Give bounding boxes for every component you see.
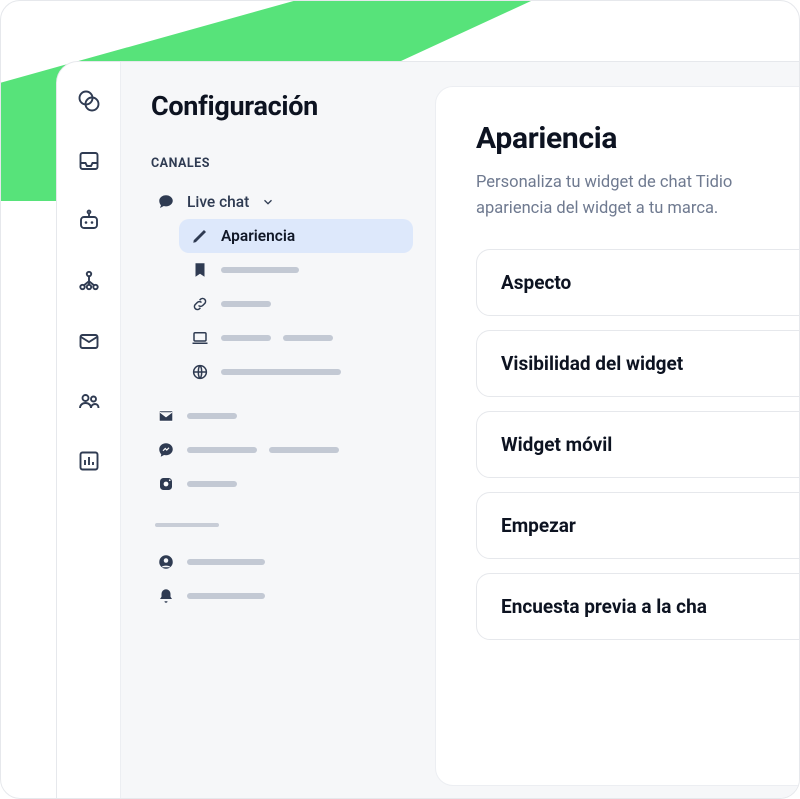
- tree-item-placeholder[interactable]: [179, 253, 413, 287]
- nav-analytics-icon[interactable]: [76, 448, 102, 474]
- bell-icon: [157, 587, 175, 605]
- app-window: Configuración CANALES Live chat: [56, 61, 800, 799]
- nav-bot-icon[interactable]: [76, 208, 102, 234]
- tree-item-label: Apariencia: [221, 227, 295, 245]
- appearance-card: Apariencia Personaliza tu widget de chat…: [435, 86, 800, 786]
- nav-contacts-icon[interactable]: [76, 388, 102, 414]
- tree-item-messenger[interactable]: [151, 433, 413, 467]
- link-icon: [191, 295, 209, 313]
- option-get-started[interactable]: Empezar: [476, 492, 800, 559]
- laptop-icon: [191, 329, 209, 347]
- pencil-icon: [191, 227, 209, 245]
- placeholder-text: [221, 335, 271, 341]
- placeholder-text: [221, 267, 299, 273]
- tree-item-appearance[interactable]: Apariencia: [179, 219, 413, 253]
- tree-item-label: Live chat: [187, 193, 249, 211]
- placeholder-text: [187, 559, 265, 565]
- divider: [155, 523, 219, 527]
- nav-flows-icon[interactable]: [76, 268, 102, 294]
- option-aspect[interactable]: Aspecto: [476, 249, 800, 316]
- placeholder-text: [187, 413, 237, 419]
- placeholder-text: [187, 593, 265, 599]
- tree-item-placeholder[interactable]: [179, 287, 413, 321]
- nav-mail-icon[interactable]: [76, 328, 102, 354]
- globe-icon: [191, 363, 209, 381]
- tree-item-placeholder[interactable]: [179, 355, 413, 389]
- tree-item-email[interactable]: [151, 399, 413, 433]
- option-mobile-widget[interactable]: Widget móvil: [476, 411, 800, 478]
- page-title: Configuración: [151, 90, 413, 122]
- chat-bubble-icon: [157, 193, 175, 211]
- nav-dashboard-icon[interactable]: [76, 88, 102, 114]
- primary-nav-rail: [57, 62, 121, 799]
- channels-tree: Live chat Apariencia: [151, 185, 413, 613]
- tree-item-notifications[interactable]: [151, 579, 413, 613]
- tree-item-account[interactable]: [151, 545, 413, 579]
- placeholder-text: [221, 301, 271, 307]
- placeholder-text: [221, 369, 341, 375]
- placeholder-text: [187, 447, 257, 453]
- mail-icon: [157, 407, 175, 425]
- messenger-icon: [157, 441, 175, 459]
- bookmark-icon: [191, 261, 209, 279]
- tree-item-placeholder[interactable]: [179, 321, 413, 355]
- option-visibility[interactable]: Visibilidad del widget: [476, 330, 800, 397]
- placeholder-text: [187, 481, 237, 487]
- option-prechat-survey[interactable]: Encuesta previa a la cha: [476, 573, 800, 640]
- placeholder-text: [269, 447, 339, 453]
- main-content: Apariencia Personaliza tu widget de chat…: [431, 62, 800, 799]
- card-description: Personaliza tu widget de chat Tidio apar…: [476, 170, 800, 221]
- placeholder-text: [283, 335, 333, 341]
- settings-sidebar: Configuración CANALES Live chat: [121, 62, 431, 799]
- chevron-down-icon: [261, 195, 275, 209]
- tree-item-live-chat[interactable]: Live chat: [151, 185, 413, 219]
- section-label-channels: CANALES: [151, 156, 413, 171]
- card-heading: Apariencia: [476, 121, 800, 156]
- user-icon: [157, 553, 175, 571]
- instagram-icon: [157, 475, 175, 493]
- tree-item-instagram[interactable]: [151, 467, 413, 501]
- nav-inbox-icon[interactable]: [76, 148, 102, 174]
